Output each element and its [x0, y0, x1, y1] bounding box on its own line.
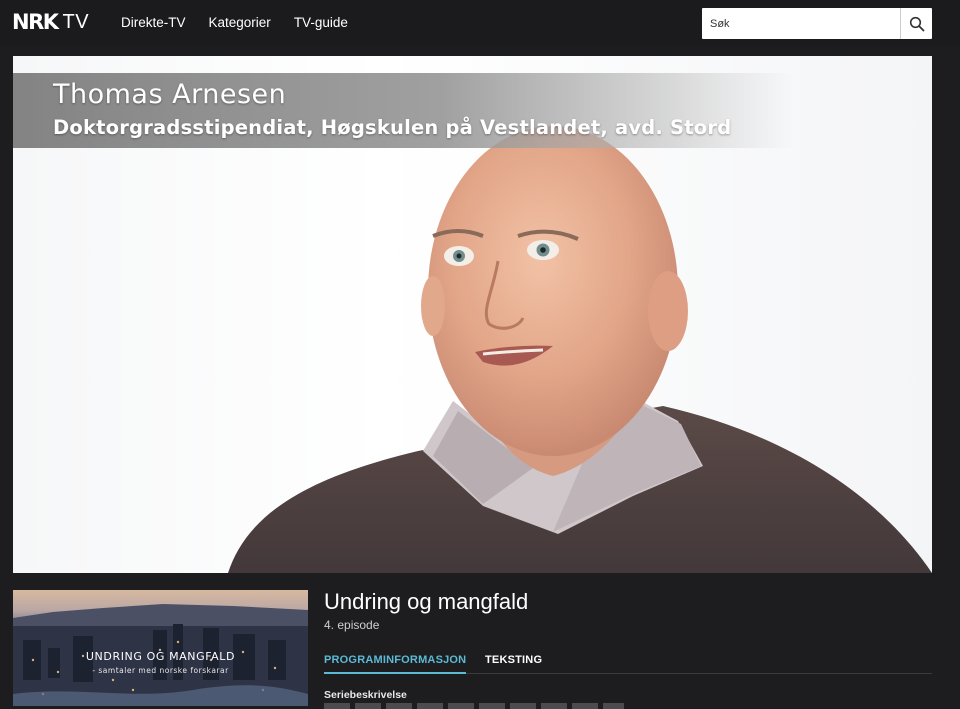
top-bar: NRK TV Direkte-TV Kategorier TV-guide [0, 0, 960, 46]
nav-item-kategorier[interactable]: Kategorier [209, 15, 271, 30]
nav-item-tv-guide[interactable]: TV-guide [294, 15, 348, 30]
logo-nrk-text: NRK [12, 10, 59, 34]
tab-programinformasjon[interactable]: PROGRAMINFORMASJON [324, 654, 467, 674]
lower-third-caption: Thomas Arnesen Doktorgradsstipendiat, Hø… [13, 73, 793, 148]
program-tabs: PROGRAMINFORMASJON TEKSTING [324, 654, 932, 674]
nrk-tv-logo[interactable]: NRK TV [12, 9, 89, 35]
search-input[interactable] [702, 8, 900, 39]
description-text-cutoff [324, 703, 624, 709]
episode-label: 4. episode [324, 618, 380, 632]
main-nav: Direkte-TV Kategorier TV-guide [121, 15, 371, 30]
video-player[interactable]: Thomas Arnesen Doktorgradsstipendiat, Hø… [13, 56, 932, 573]
thumbnail-subtitle: - samtaler med norske forskarar [92, 666, 229, 675]
city-skyline-image [13, 604, 308, 706]
thumbnail-title: UNDRING OG MANGFALD [85, 650, 236, 663]
search-box [702, 8, 932, 39]
tab-teksting[interactable]: TEKSTING [485, 654, 542, 666]
series-description-label: Seriebeskrivelse [324, 689, 407, 701]
program-title: Undring og mangfald [324, 589, 529, 614]
search-icon [909, 16, 924, 31]
logo-tv-text: TV [62, 10, 90, 33]
nav-item-direkte-tv[interactable]: Direkte-TV [121, 15, 186, 30]
speaker-role: Doktorgradsstipendiat, Høgskulen på Vest… [53, 116, 732, 139]
speaker-name: Thomas Arnesen [53, 79, 287, 110]
program-thumbnail[interactable]: UNDRING OG MANGFALD - samtaler med norsk… [13, 590, 308, 706]
search-button[interactable] [900, 8, 932, 39]
